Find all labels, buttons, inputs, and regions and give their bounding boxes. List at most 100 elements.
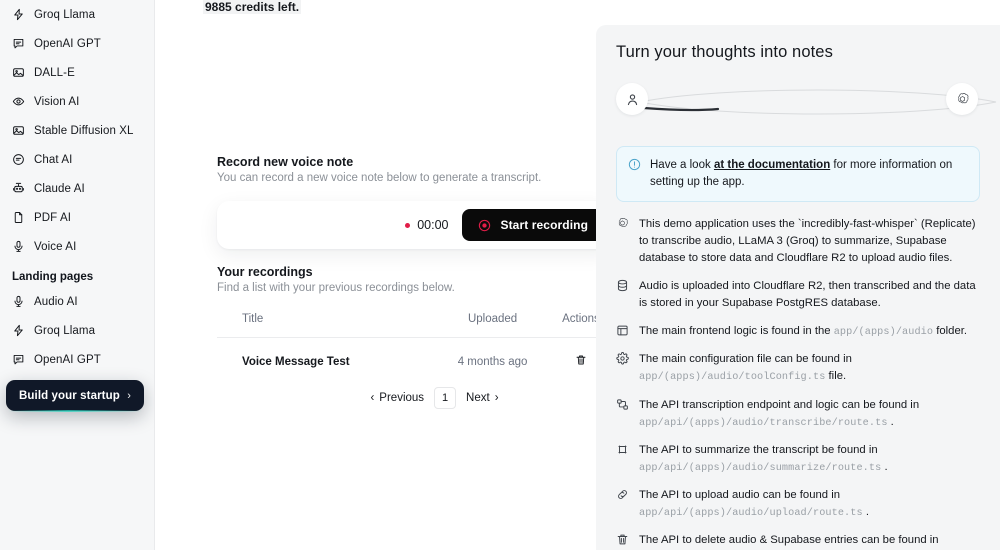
sidebar-item-chat-ai[interactable]: Chat AI — [0, 145, 154, 174]
frame-icon — [616, 443, 629, 456]
feature-text: The API to summarize the transcript be f… — [639, 442, 980, 476]
sidebar-nav-list: Groq Llama OpenAI GPT DALL-E Vision AI S… — [0, 0, 154, 261]
feature-text-suffix: folder. — [933, 325, 968, 338]
feature-item: The API to upload audio can be found in … — [616, 487, 980, 521]
info-panel: Turn your thoughts into notes Have a loo… — [596, 25, 1000, 550]
feature-item: The API to summarize the transcript be f… — [616, 442, 980, 476]
image-icon — [12, 124, 25, 137]
sidebar-item-groq-llama[interactable]: Groq Llama — [0, 0, 154, 29]
sidebar-item-stable-diffusion-xl[interactable]: Stable Diffusion XL — [0, 116, 154, 145]
pagination: ‹ Previous 1 Next › — [217, 387, 612, 409]
build-your-startup-button[interactable]: Build your startup › — [6, 380, 144, 412]
message-square-icon — [12, 353, 25, 366]
documentation-link[interactable]: at the documentation — [714, 159, 830, 171]
feature-text: Audio is uploaded into Cloudflare R2, th… — [639, 278, 980, 312]
feature-text: The API to delete audio & Supabase entri… — [639, 532, 980, 550]
feature-text-suffix: . — [862, 505, 869, 518]
layout-icon — [616, 324, 629, 337]
info-icon — [628, 158, 641, 171]
recording-dot-icon — [405, 222, 411, 228]
column-header-title: Title — [217, 307, 436, 338]
pagination-previous-label: Previous — [379, 392, 425, 404]
sidebar-item-label: Voice AI — [34, 240, 77, 253]
bolt-icon — [12, 324, 25, 337]
record-new-voice-note-section: Record new voice note You can record a n… — [217, 155, 612, 249]
feature-text-main: Audio is uploaded into Cloudflare R2, th… — [639, 280, 976, 310]
feature-item: The main configuration file can be found… — [616, 351, 980, 385]
feature-text-main: The API transcription endpoint and logic… — [639, 398, 920, 411]
feature-item: The main frontend logic is found in the … — [616, 323, 980, 340]
sidebar-item-label: PDF AI — [34, 211, 72, 224]
feature-text-main: The API to summarize the transcript be f… — [639, 443, 878, 456]
sidebar-item-label: Vision AI — [34, 95, 80, 108]
cta-label: Build your startup — [19, 389, 120, 402]
sidebar-item-audio-ai[interactable]: Audio AI — [0, 287, 154, 316]
your-recordings-section: Your recordings Find a list with your pr… — [217, 265, 612, 409]
pagination-previous-button[interactable]: ‹ Previous — [370, 392, 424, 404]
feature-text-suffix: file. — [825, 370, 847, 383]
gear-icon — [616, 352, 629, 365]
sidebar-item-groq-llama[interactable]: Groq Llama — [0, 316, 154, 345]
user-icon — [625, 92, 640, 107]
feature-code-path: app/api/(apps)/audio/summarize/route.ts — [639, 462, 882, 474]
recordings-table-head: Title Uploaded Actions — [217, 307, 612, 338]
sidebar-item-label: OpenAI GPT — [34, 37, 101, 50]
openai-logo-avatar — [946, 83, 978, 115]
link-icon — [616, 488, 629, 501]
sidebar-item-pdf-ai[interactable]: PDF AI — [0, 203, 154, 232]
sidebar-item-label: Stable Diffusion XL — [34, 124, 134, 137]
feature-code-path: app/(apps)/audio/toolConfig.ts — [639, 372, 826, 384]
feature-text-suffix: . — [881, 460, 888, 473]
pagination-next-label: Next — [466, 392, 490, 404]
trash-icon[interactable] — [575, 354, 587, 367]
credits-left-label: 9885 credits left. — [203, 0, 302, 14]
sidebar-item-voice-ai[interactable]: Voice AI — [0, 232, 154, 261]
feature-text-main: This demo application uses the `incredib… — [639, 218, 976, 265]
table-row[interactable]: Voice Message Test 4 months ago — [217, 338, 612, 384]
table-header-row: Title Uploaded Actions — [217, 307, 612, 338]
openai-logo-icon — [955, 92, 970, 107]
feature-list: This demo application uses the `incredib… — [616, 216, 980, 550]
sidebar-item-openai-gpt[interactable]: OpenAI GPT — [0, 345, 154, 374]
feature-text: The API transcription endpoint and logic… — [639, 397, 980, 431]
sidebar-item-openai-gpt[interactable]: OpenAI GPT — [0, 29, 154, 58]
feature-item: Audio is uploaded into Cloudflare R2, th… — [616, 278, 980, 312]
record-circle-icon — [478, 219, 491, 232]
start-recording-button[interactable]: Start recording — [462, 209, 604, 241]
microphone-icon — [12, 295, 25, 308]
sidebar-item-dall-e[interactable]: DALL-E — [0, 58, 154, 87]
record-section-title: Record new voice note — [217, 155, 354, 169]
sidebar-item-vision-ai[interactable]: Vision AI — [0, 87, 154, 116]
callout-text: Have a look at the documentation for mor… — [650, 157, 967, 190]
documentation-callout: Have a look at the documentation for mor… — [616, 146, 980, 203]
chevron-right-icon: › — [127, 389, 131, 402]
sidebar-item-claude-ai[interactable]: Claude AI — [0, 174, 154, 203]
file-icon — [12, 211, 25, 224]
sidebar-item-label: Groq Llama — [34, 324, 96, 337]
sidebar-item-label: OpenAI GPT — [34, 353, 101, 366]
record-section-subtitle: You can record a new voice note below to… — [217, 172, 542, 184]
feature-text: The main frontend logic is found in the … — [639, 323, 967, 340]
pagination-page-1[interactable]: 1 — [434, 387, 457, 409]
recordings-section-title: Your recordings — [217, 265, 313, 279]
feature-code-path: app/api/(apps)/audio/transcribe/route.ts — [639, 417, 888, 429]
message-square-icon — [12, 37, 25, 50]
wave-lens-shape — [639, 89, 997, 115]
feature-item: This demo application uses the `incredib… — [616, 216, 980, 267]
feature-code-path: app/(apps)/audio — [833, 327, 934, 339]
feature-text-suffix: . — [887, 415, 894, 428]
sidebar-item-label: DALL-E — [34, 66, 75, 79]
pagination-next-button[interactable]: Next › — [466, 392, 499, 404]
sidebar-item-label: Audio AI — [34, 295, 78, 308]
feature-text: The main configuration file can be found… — [639, 351, 980, 385]
image-icon — [12, 66, 25, 79]
column-header-uploaded: Uploaded — [435, 307, 550, 338]
recording-uploaded: 4 months ago — [457, 355, 528, 368]
sidebar-section-label: Landing pages — [12, 271, 94, 283]
sidebar-landing-list: Audio AI Groq Llama OpenAI GPT — [0, 287, 154, 374]
feature-item: The API transcription endpoint and logic… — [616, 397, 980, 431]
sidebar-item-label: Claude AI — [34, 182, 85, 195]
recordings-section-subtitle: Find a list with your previous recording… — [217, 282, 455, 294]
user-avatar — [616, 83, 648, 115]
sidebar-item-label: Groq Llama — [34, 8, 96, 21]
